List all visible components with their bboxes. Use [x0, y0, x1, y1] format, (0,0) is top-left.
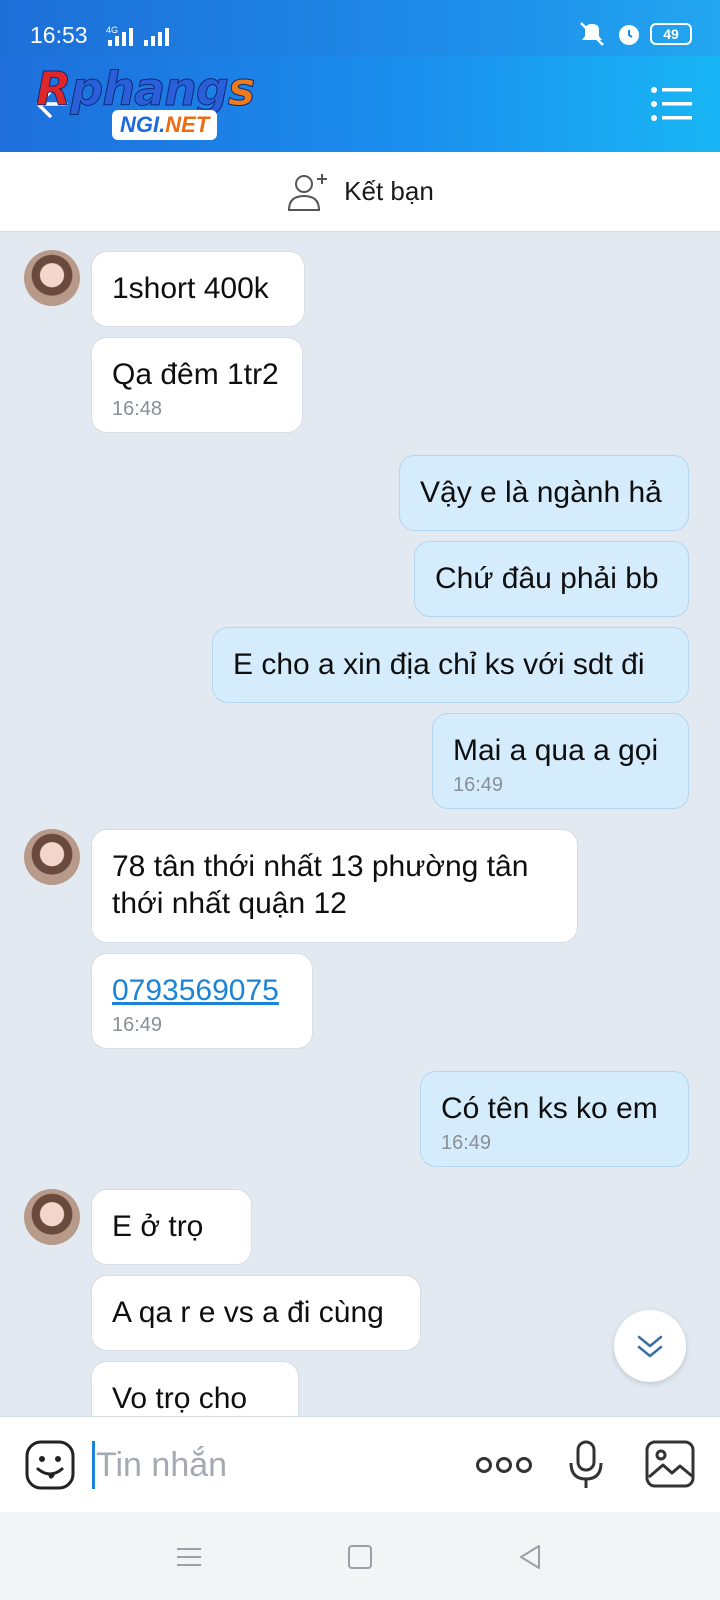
- logo: Rphangs NGI.NET: [35, 62, 266, 144]
- status-bar: 16:53 4G 49: [0, 0, 720, 56]
- list-menu-icon: [651, 87, 692, 121]
- message-text: E cho a xin địa chỉ ks với sdt đi: [233, 648, 645, 681]
- network-type-label: 4G: [106, 25, 118, 35]
- message-input[interactable]: [96, 1437, 446, 1493]
- message-bubble-outgoing[interactable]: Có tên ks ko em 16:49: [420, 1071, 689, 1167]
- message-time: 16:49: [441, 1132, 492, 1154]
- voice-record-button[interactable]: [566, 1439, 606, 1491]
- message-bubble-outgoing[interactable]: Vậy e là ngành hả: [399, 455, 689, 531]
- image-icon: [645, 1440, 695, 1488]
- more-options-button[interactable]: [474, 1445, 534, 1485]
- menu-lines-icon: [177, 1548, 201, 1566]
- message-bubble-incoming[interactable]: E ở trọ: [91, 1189, 252, 1265]
- message-text: 78 tân thới nhất 13 phường tân thới nhất…: [112, 850, 529, 920]
- logo-main: phang: [70, 62, 229, 117]
- add-friend-label: Kết bạn: [344, 176, 434, 206]
- message-bubble-incoming[interactable]: 1short 400k: [91, 251, 305, 327]
- signal-icon: 4G: [106, 24, 176, 53]
- contact-avatar[interactable]: [24, 250, 80, 306]
- message-bubble-outgoing[interactable]: Chứ đâu phải bb: [414, 541, 689, 617]
- message-time: 16:49: [453, 774, 504, 796]
- logo-text: Rphangs: [35, 62, 255, 117]
- system-nav-bar: [0, 1512, 720, 1600]
- message-text: 1short 400k: [112, 272, 269, 305]
- add-friend-button[interactable]: Kết bạn: [0, 152, 720, 232]
- message-bubble-incoming[interactable]: A qa r e vs a đi cùng: [91, 1275, 421, 1351]
- composer-bar: [0, 1416, 720, 1512]
- status-icons: 49: [576, 20, 692, 48]
- message-text: Có tên ks ko em: [441, 1092, 658, 1125]
- message-text: Vậy e là ngành hả: [420, 476, 662, 509]
- triangle-back-icon: [520, 1545, 540, 1569]
- message-text: Vo trọ cho: [112, 1382, 248, 1415]
- message-text: Mai a qua a gọi: [453, 734, 659, 767]
- message-list[interactable]: 1short 400k Qa đêm 1tr2 16:48 Vậy e là n…: [0, 232, 720, 1416]
- home-button[interactable]: [345, 1542, 375, 1572]
- alarm-icon: [619, 25, 639, 45]
- message-bubble-outgoing[interactable]: Mai a qua a gọi 16:49: [432, 713, 689, 809]
- message-bubble-incoming[interactable]: 0793569075 16:49: [91, 953, 313, 1049]
- message-bubble-incoming[interactable]: 78 tân thới nhất 13 phường tân thới nhất…: [91, 829, 578, 943]
- message-bubble-incoming[interactable]: Qa đêm 1tr2 16:48: [91, 337, 303, 433]
- square-icon: [348, 1545, 372, 1569]
- double-chevron-down-icon: [637, 1335, 663, 1358]
- contact-avatar[interactable]: [24, 829, 80, 885]
- text-caret: [92, 1441, 95, 1489]
- emoji-button[interactable]: [24, 1439, 76, 1491]
- phone-link[interactable]: 0793569075: [112, 972, 292, 1009]
- scroll-to-bottom-button[interactable]: [614, 1310, 686, 1382]
- status-time: 16:53: [30, 22, 88, 48]
- app-header: Rphangs NGI.NET: [0, 56, 720, 152]
- message-text: Qa đêm 1tr2: [112, 358, 279, 391]
- message-time: 16:49: [112, 1014, 163, 1036]
- message-bubble-outgoing[interactable]: E cho a xin địa chỉ ks với sdt đi: [212, 627, 689, 703]
- menu-button[interactable]: [650, 84, 694, 124]
- recent-apps-button[interactable]: [174, 1542, 204, 1572]
- contact-avatar[interactable]: [24, 1189, 80, 1245]
- message-time: 16:48: [112, 398, 163, 420]
- message-bubble-incoming[interactable]: Vo trọ cho: [91, 1361, 299, 1416]
- message-text: A qa r e vs a đi cùng: [112, 1296, 384, 1329]
- send-image-button[interactable]: [644, 1439, 696, 1489]
- back-nav-button[interactable]: [515, 1542, 545, 1572]
- vibrate-mute-icon: [580, 22, 604, 46]
- message-text: Chứ đâu phải bb: [435, 562, 659, 595]
- more-dots-icon: [476, 1457, 532, 1473]
- message-text: E ở trọ: [112, 1210, 204, 1243]
- microphone-icon: [569, 1440, 603, 1488]
- sticker-smile-icon: [25, 1440, 75, 1490]
- battery-indicator: 49: [650, 23, 692, 45]
- logo-badge: NGI.NET: [112, 110, 218, 140]
- add-person-icon: [288, 173, 328, 211]
